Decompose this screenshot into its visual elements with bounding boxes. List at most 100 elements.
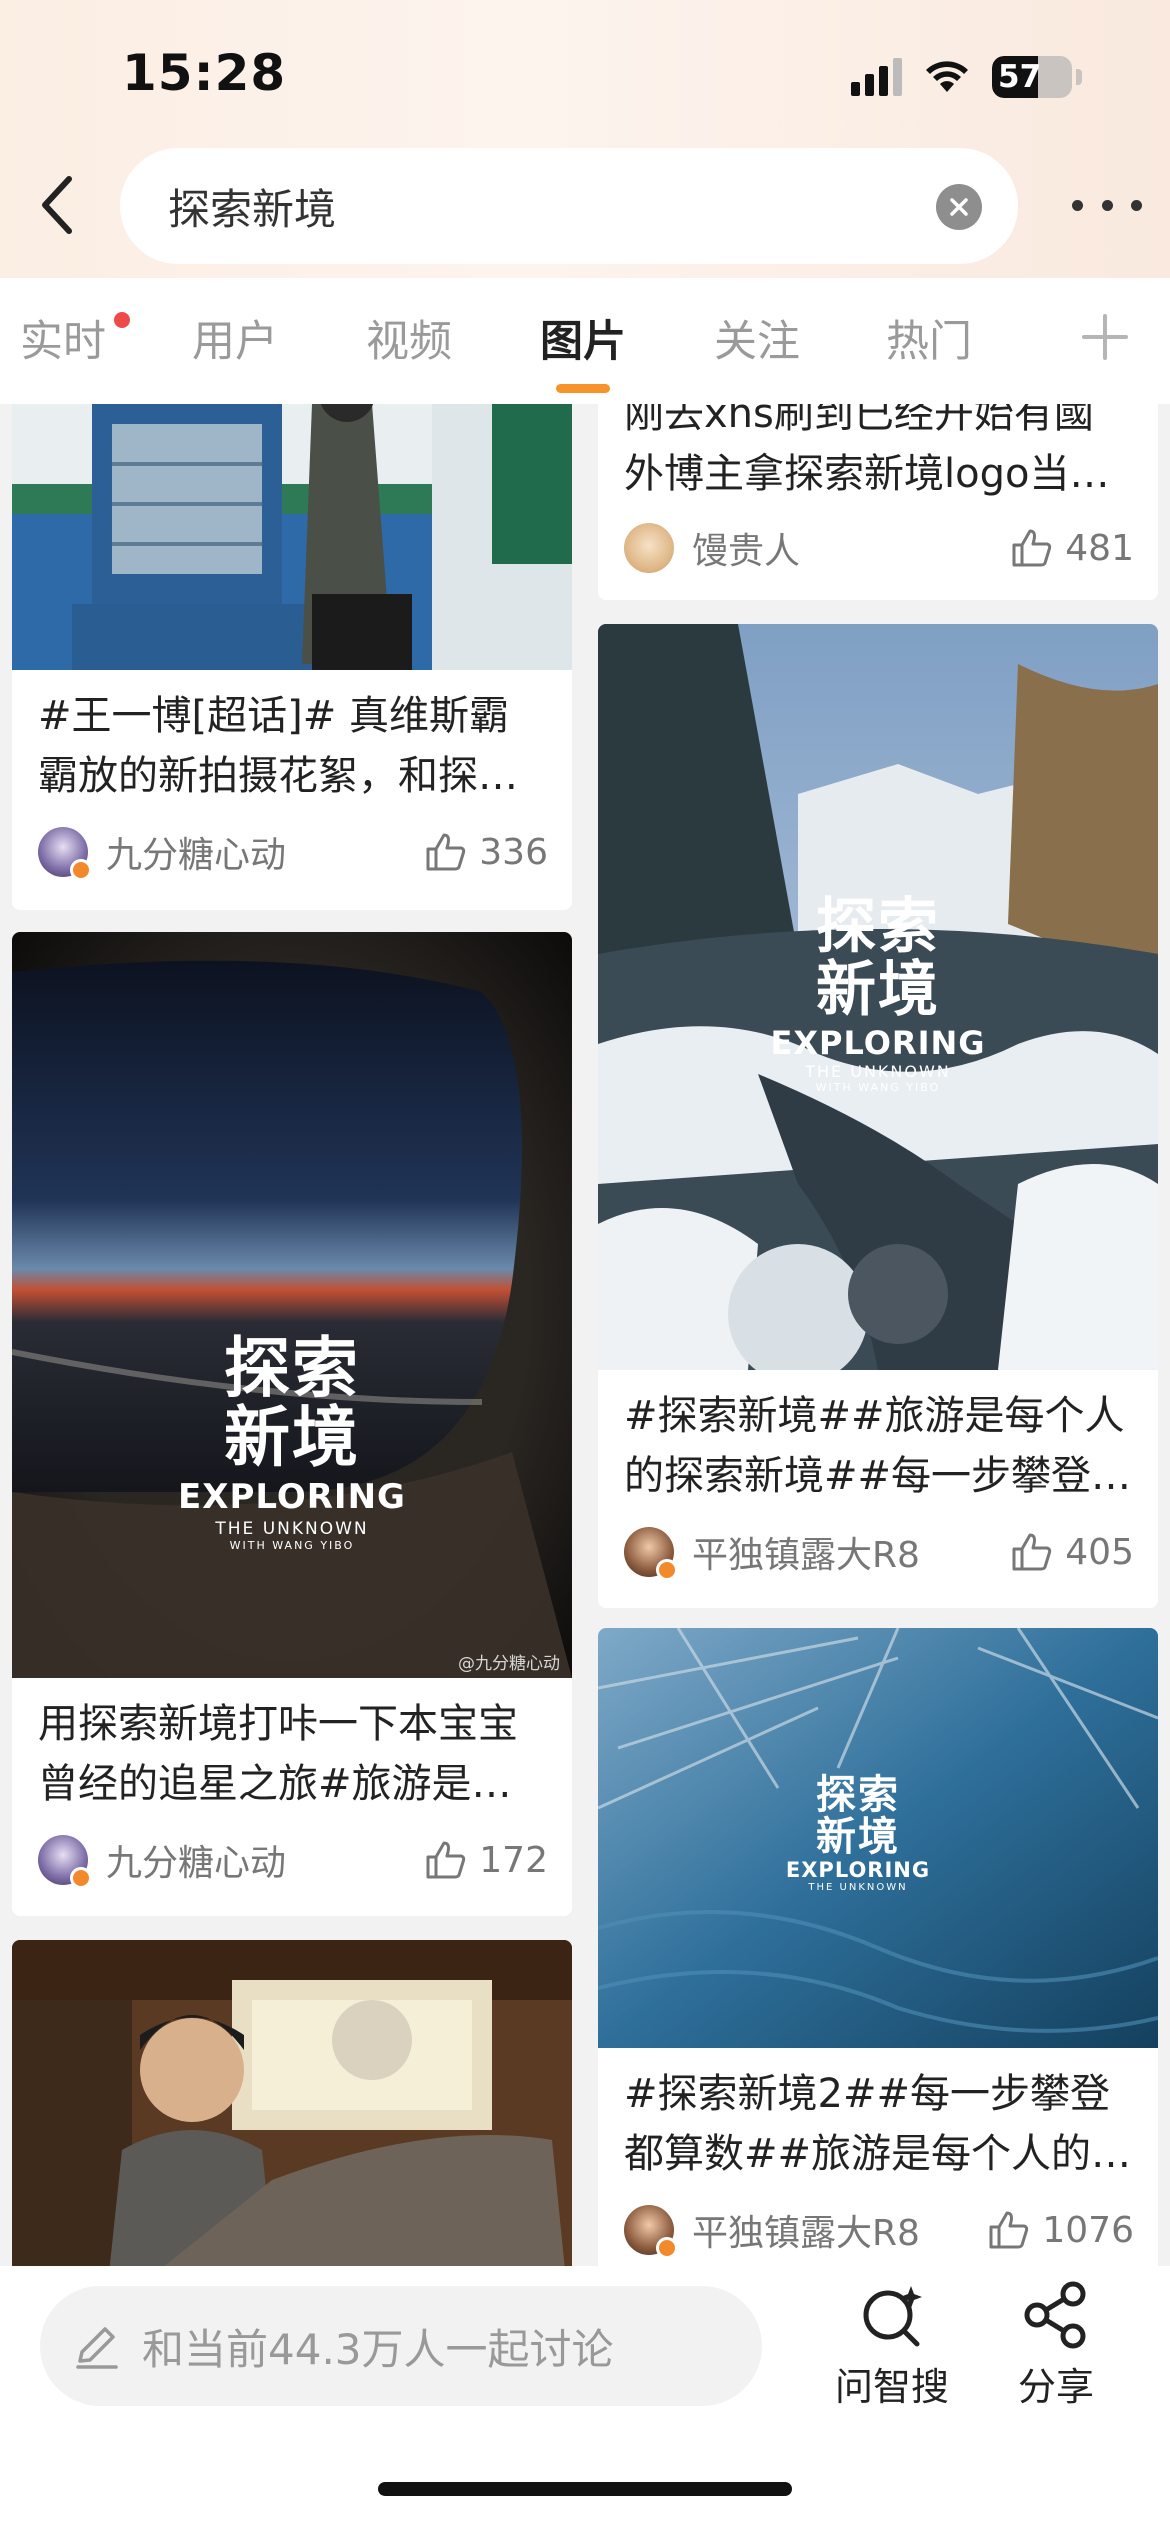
share-button[interactable]: 分享: [986, 2280, 1126, 2411]
verified-badge: [70, 1867, 92, 1889]
thumbs-up-icon: [1012, 529, 1052, 567]
tab-label: 用户: [192, 317, 278, 367]
image-feed[interactable]: #王一博[超话]# 真维斯霸 霸放的新拍摄花絮，和探… 九分糖心动 336 探索…: [0, 404, 1170, 2266]
card-image[interactable]: [12, 1940, 572, 2266]
logo-en: EXPLORING: [770, 1024, 986, 1062]
card-image[interactable]: [12, 404, 572, 670]
card-image[interactable]: 探索 新境 EXPLORING THE UNKNOWN: [598, 1628, 1158, 2048]
title-line: 的探索新境##每一步攀登…: [624, 1453, 1132, 1499]
tab-realtime[interactable]: 实时: [20, 314, 106, 370]
clear-search-button[interactable]: [936, 184, 982, 230]
feed-card[interactable]: #王一博[超话]# 真维斯霸 霸放的新拍摄花絮，和探… 九分糖心动 336: [12, 404, 572, 910]
tab-label: 热门: [886, 317, 972, 367]
avatar[interactable]: [38, 1835, 92, 1889]
like-button[interactable]: 405: [1011, 1532, 1134, 1573]
logo-cn-line2: 新境: [224, 1399, 360, 1477]
share-icon: [1024, 2281, 1086, 2349]
logo-en: EXPLORING: [785, 1858, 931, 1882]
logo-sub2: WITH WANG YIBO: [229, 1538, 355, 1552]
thumbs-up-icon: [426, 1841, 466, 1879]
thumbs-up-icon: [1012, 1533, 1052, 1571]
author-name[interactable]: 平独镇露大R8: [692, 1526, 1011, 1578]
like-button[interactable]: 481: [1011, 528, 1134, 569]
active-tab-indicator: [556, 384, 610, 393]
discussion-placeholder: 和当前44.3万人一起讨论: [142, 2324, 614, 2374]
discussion-input[interactable]: 和当前44.3万人一起讨论: [40, 2286, 762, 2406]
card-meta: 平独镇露大R8 1076: [624, 2200, 1134, 2260]
title-line: #王一博[超话]# 真维斯霸: [38, 693, 509, 739]
title-line: 刚去xhs刷到已经开始有國: [624, 404, 1094, 437]
ask-ai-button[interactable]: 问智搜: [822, 2280, 962, 2411]
author-name[interactable]: 九分糖心动: [106, 1834, 425, 1886]
logo-en: EXPLORING: [178, 1476, 406, 1517]
tab-videos[interactable]: 视频: [366, 314, 452, 370]
card-title[interactable]: 刚去xhs刷到已经开始有國 外博主拿探索新境logo当…: [624, 404, 1138, 504]
card-title[interactable]: #探索新境2##每一步攀登 都算数##旅游是每个人的…: [624, 2064, 1138, 2184]
battery-icon: 57: [992, 56, 1072, 98]
title-line: 曾经的追星之旅#旅游是…: [38, 1761, 512, 1807]
more-button[interactable]: [1072, 180, 1142, 230]
logo-overlay: 探索 新境 EXPLORING THE UNKNOWN WITH WANG YI…: [598, 896, 1158, 1095]
avatar[interactable]: [624, 523, 674, 573]
card-meta: 九分糖心动 336: [38, 822, 548, 882]
feed-card[interactable]: 刚去xhs刷到已经开始有國 外博主拿探索新境logo当… 馒贵人 481: [598, 404, 1158, 600]
like-button[interactable]: 172: [425, 1840, 548, 1881]
like-count: 481: [1065, 527, 1134, 569]
title-line: 外博主拿探索新境logo当…: [624, 451, 1110, 497]
card-image[interactable]: 探索 新境 EXPLORING THE UNKNOWN WITH WANG YI…: [12, 932, 572, 1678]
card-title[interactable]: #探索新境##旅游是每个人 的探索新境##每一步攀登…: [624, 1386, 1138, 1506]
chevron-left-icon: [42, 176, 72, 234]
title-line: #探索新境##旅游是每个人: [624, 1393, 1125, 1439]
notification-dot: [114, 312, 130, 328]
image-watermark: @九分糖心动: [458, 1654, 560, 1674]
logo-overlay: 探索 新境 EXPLORING THE UNKNOWN: [598, 1774, 1118, 1893]
search-input[interactable]: 探索新境: [120, 148, 1018, 264]
card-title[interactable]: #王一博[超话]# 真维斯霸 霸放的新拍摄花絮，和探…: [38, 686, 552, 806]
card-image[interactable]: 探索 新境 EXPLORING THE UNKNOWN WITH WANG YI…: [598, 624, 1158, 1370]
feed-card[interactable]: [12, 1940, 572, 2266]
feed-card[interactable]: 探索 新境 EXPLORING THE UNKNOWN WITH WANG YI…: [12, 932, 572, 1916]
like-button[interactable]: 1076: [988, 2210, 1134, 2251]
signal-icon: [851, 58, 902, 96]
clear-icon: [950, 198, 968, 216]
card-meta: 平独镇露大R8 405: [624, 1522, 1134, 1582]
back-button[interactable]: [26, 170, 86, 240]
avatar[interactable]: [624, 2205, 678, 2259]
tab-images[interactable]: 图片: [540, 314, 626, 370]
like-count: 405: [1065, 1531, 1134, 1573]
feed-card[interactable]: 探索 新境 EXPLORING THE UNKNOWN WITH WANG YI…: [598, 624, 1158, 1608]
tab-label: 关注: [714, 317, 800, 367]
verified-badge: [656, 2237, 678, 2259]
card-title[interactable]: 用探索新境打咔一下本宝宝 曾经的追星之旅#旅游是…: [38, 1694, 552, 1814]
title-line: #探索新境2##每一步攀登: [624, 2071, 1110, 2117]
photo-airplane-window: [12, 932, 572, 1678]
more-icon: [1072, 199, 1083, 211]
author-name[interactable]: 平独镇露大R8: [692, 2204, 988, 2256]
card-meta: 九分糖心动 172: [38, 1830, 548, 1890]
wifi-icon: [926, 61, 968, 92]
feed-card[interactable]: 探索 新境 EXPLORING THE UNKNOWN #探索新境2##每一步攀…: [598, 1628, 1158, 2266]
author-name[interactable]: 馒贵人: [692, 522, 1011, 574]
verified-badge: [656, 1559, 678, 1581]
logo-overlay: 探索 新境 EXPLORING THE UNKNOWN WITH WANG YI…: [12, 1334, 572, 1552]
photo-interior-people: [12, 1940, 572, 2266]
tab-label: 图片: [540, 317, 626, 367]
tab-label: 视频: [366, 317, 452, 367]
tab-label: 实时: [20, 317, 106, 367]
author-name[interactable]: 九分糖心动: [106, 826, 425, 878]
home-indicator[interactable]: [378, 2482, 792, 2496]
add-tab-button[interactable]: [1080, 312, 1130, 362]
card-meta: 馒贵人 481: [624, 518, 1134, 578]
like-button[interactable]: 336: [425, 832, 548, 873]
avatar[interactable]: [624, 1527, 678, 1581]
tab-following[interactable]: 关注: [714, 314, 800, 370]
tab-hot[interactable]: 热门: [886, 314, 972, 370]
title-line: 用探索新境打咔一下本宝宝: [38, 1701, 518, 1747]
logo-sub: THE UNKNOWN: [805, 1062, 951, 1081]
avatar[interactable]: [38, 827, 92, 881]
logo-sub: THE UNKNOWN: [215, 1518, 369, 1539]
plus-icon: [1082, 314, 1128, 360]
ai-search-icon: [863, 2286, 922, 2347]
photo-vending-machine: [12, 404, 572, 670]
tab-users[interactable]: 用户: [192, 314, 278, 370]
